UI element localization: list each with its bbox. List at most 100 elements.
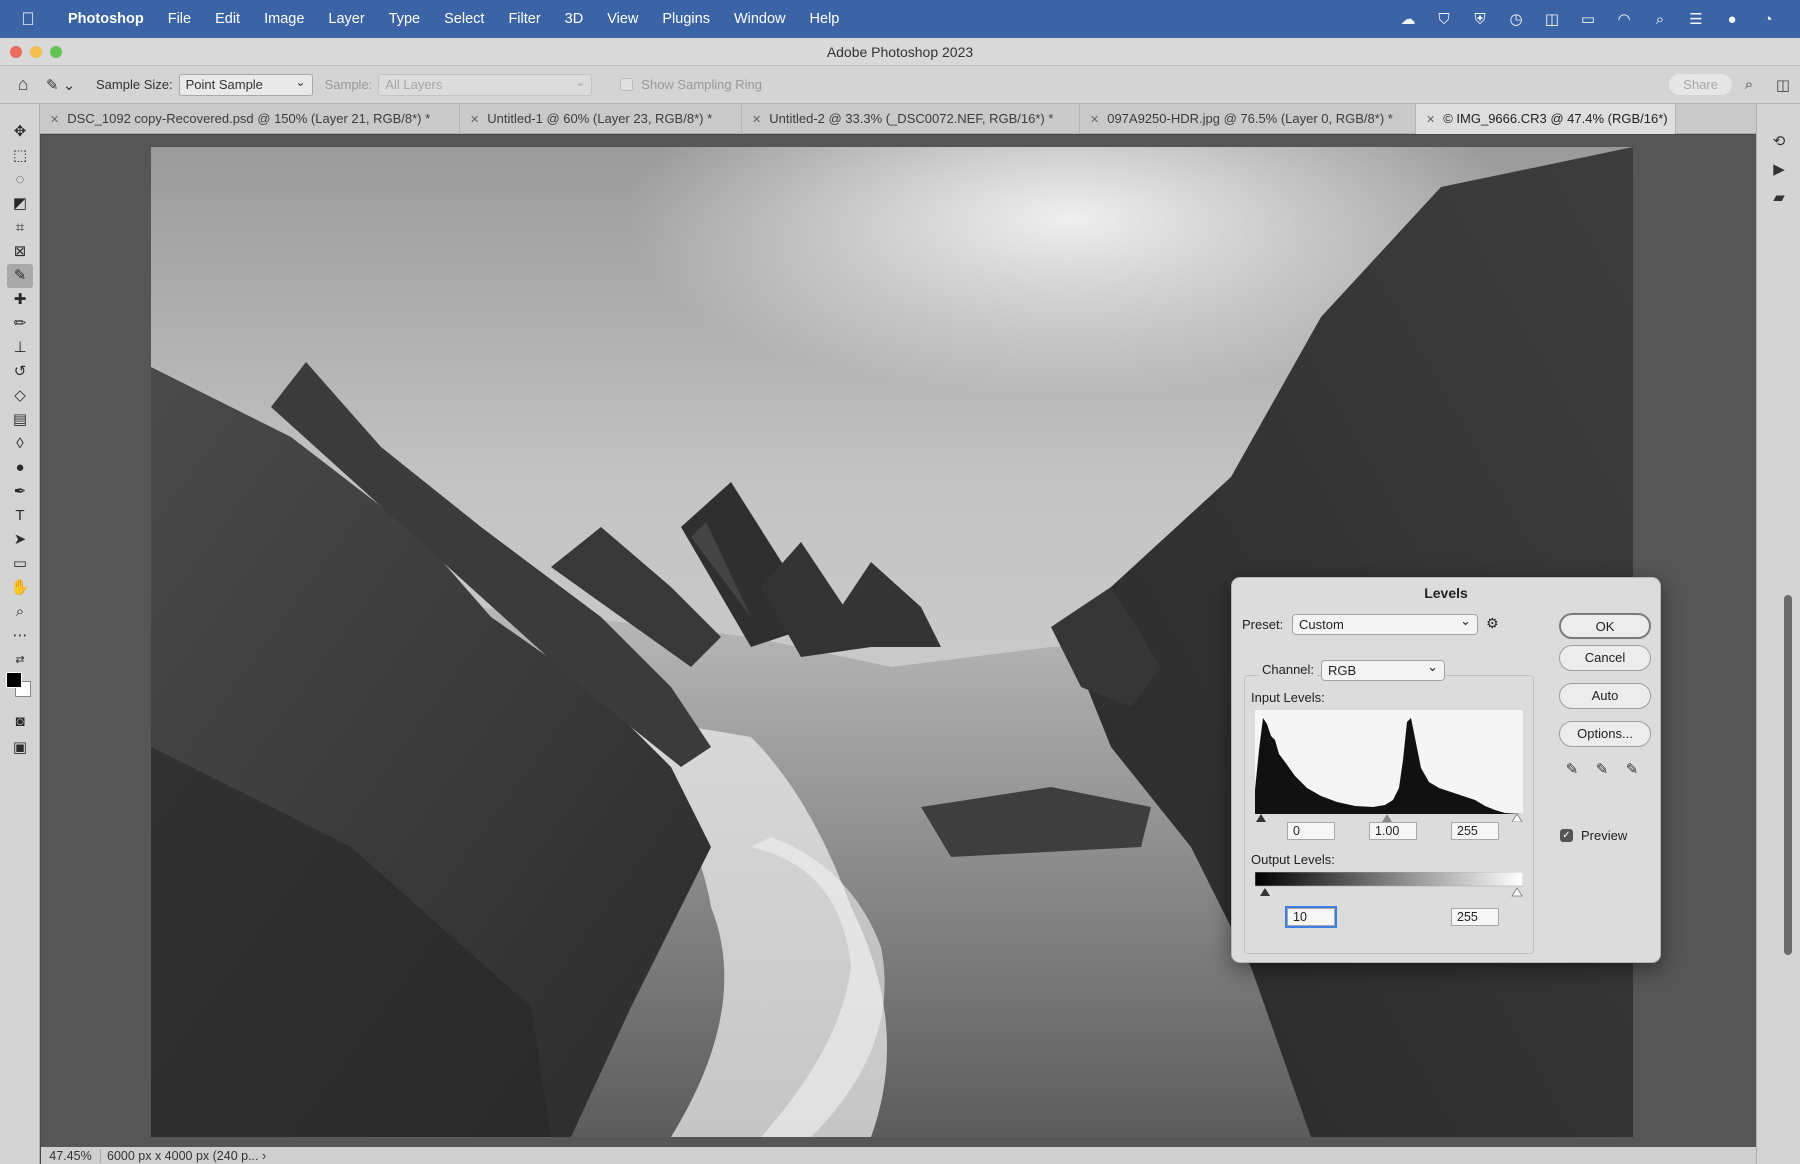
close-icon[interactable]: ✕ xyxy=(1426,114,1435,126)
zoom-level[interactable]: 47.45% xyxy=(41,1148,101,1163)
swap-colors-icon[interactable]: ⇄ xyxy=(7,648,33,672)
menu-plugins[interactable]: Plugins xyxy=(650,0,722,38)
object-selection-tool-icon[interactable]: ◩ xyxy=(7,192,33,216)
tab-dsc-1092[interactable]: ✕ DSC_1092 copy-Recovered.psd @ 150% (Lay… xyxy=(40,104,460,134)
gray-point-eyedropper-icon[interactable]: ✎ xyxy=(1592,760,1612,778)
foreground-color-swatch[interactable] xyxy=(6,672,22,688)
clone-stamp-tool-icon[interactable]: ⊥ xyxy=(7,336,33,360)
zoom-tool-icon[interactable]: ⌕ xyxy=(7,600,33,624)
crop-tool-icon[interactable]: ⌗ xyxy=(7,216,33,240)
menu-help[interactable]: Help xyxy=(798,0,852,38)
input-gamma-field[interactable]: 1.00 xyxy=(1369,822,1417,840)
brush-tool-icon[interactable]: ✏ xyxy=(7,312,33,336)
close-icon[interactable]: ✕ xyxy=(752,114,761,126)
actions-panel-icon[interactable]: ▶ xyxy=(1768,160,1790,182)
zoom-window-button[interactable] xyxy=(50,46,62,58)
pen-tool-icon[interactable]: ✒ xyxy=(7,480,33,504)
preview-checkbox[interactable]: ✓ xyxy=(1560,829,1573,842)
close-window-button[interactable] xyxy=(10,46,22,58)
cancel-button[interactable]: Cancel xyxy=(1559,645,1651,671)
type-tool-icon[interactable]: T xyxy=(7,504,33,528)
tab-img-9666[interactable]: ✕ © IMG_9666.CR3 @ 47.4% (RGB/16*) xyxy=(1416,104,1676,134)
eyedropper-preset-icon[interactable]: ✎ ⌄ xyxy=(46,76,86,94)
preset-select[interactable]: Custom xyxy=(1292,611,1478,635)
hand-tool-icon[interactable]: ✋ xyxy=(7,576,33,600)
healing-brush-tool-icon[interactable]: ✚ xyxy=(7,288,33,312)
input-white-field[interactable]: 255 xyxy=(1451,822,1499,840)
apple-menu-icon[interactable]:  xyxy=(0,9,56,30)
menu-file[interactable]: File xyxy=(156,0,203,38)
workspace-switcher-icon[interactable]: ◫ xyxy=(1766,76,1800,94)
quick-mask-icon[interactable]: ◙ xyxy=(7,710,33,734)
menu-type[interactable]: Type xyxy=(377,0,432,38)
control-center-icon[interactable]: ☰ xyxy=(1678,10,1714,28)
edit-toolbar-icon[interactable]: ⋯ xyxy=(7,624,33,648)
spotlight-icon[interactable]: ⌕ xyxy=(1642,11,1678,28)
ok-button[interactable]: OK xyxy=(1559,613,1651,639)
move-tool-icon[interactable]: ✥ xyxy=(7,120,33,144)
battery-icon[interactable]: ▭ xyxy=(1570,10,1606,28)
show-sampling-ring-checkbox[interactable] xyxy=(620,78,634,91)
sample-size-select[interactable]: Point Sample xyxy=(178,72,313,96)
menu-3d[interactable]: 3D xyxy=(553,0,596,38)
eraser-tool-icon[interactable]: ◇ xyxy=(7,384,33,408)
eyedropper-tool-icon[interactable]: ✎ xyxy=(7,264,33,288)
minimize-window-button[interactable] xyxy=(30,46,42,58)
input-black-field[interactable]: 0 xyxy=(1287,822,1335,840)
frame-tool-icon[interactable]: ⊠ xyxy=(7,240,33,264)
menu-layer[interactable]: Layer xyxy=(316,0,376,38)
tab-untitled-1[interactable]: ✕ Untitled-1 @ 60% (Layer 23, RGB/8*) * xyxy=(460,104,742,134)
dodge-tool-icon[interactable]: ● xyxy=(7,456,33,480)
preset-options-gear-icon[interactable]: ⚙ xyxy=(1486,615,1499,632)
output-white-slider[interactable] xyxy=(1511,887,1523,897)
wifi-icon[interactable]: ◠ xyxy=(1606,10,1642,28)
home-icon[interactable]: ⌂ xyxy=(0,74,46,95)
document-info[interactable]: 6000 px x 4000 px (240 p... › xyxy=(101,1149,266,1163)
input-white-slider[interactable] xyxy=(1511,813,1523,822)
close-icon[interactable]: ✕ xyxy=(470,114,479,126)
display-icon[interactable]: ◫ xyxy=(1534,10,1570,28)
lasso-tool-icon[interactable]: ◌ xyxy=(7,168,33,192)
close-icon[interactable]: ✕ xyxy=(1090,114,1099,126)
gradient-tool-icon[interactable]: ▤ xyxy=(7,408,33,432)
sample-select[interactable]: All Layers xyxy=(378,72,593,96)
channel-select[interactable]: RGB xyxy=(1321,657,1445,681)
time-machine-icon[interactable]: ◷ xyxy=(1498,10,1534,28)
white-point-eyedropper-icon[interactable]: ✎ xyxy=(1622,760,1642,778)
history-brush-tool-icon[interactable]: ↺ xyxy=(7,360,33,384)
screen-time-icon[interactable]: ◔ xyxy=(1750,11,1786,28)
input-black-slider[interactable] xyxy=(1256,814,1266,822)
input-gamma-slider[interactable] xyxy=(1382,814,1392,822)
marquee-tool-icon[interactable]: ⬚ xyxy=(7,144,33,168)
blur-tool-icon[interactable]: ◊ xyxy=(7,432,33,456)
close-icon[interactable]: ✕ xyxy=(50,114,59,126)
output-white-field[interactable]: 255 xyxy=(1451,908,1499,926)
path-selection-tool-icon[interactable]: ➤ xyxy=(7,528,33,552)
search-icon[interactable]: ⌕ xyxy=(1732,76,1766,93)
comments-panel-icon[interactable]: ▰ xyxy=(1768,188,1790,210)
creative-cloud-icon[interactable]: ☁ xyxy=(1390,10,1426,28)
menu-image[interactable]: Image xyxy=(252,0,316,38)
auto-button[interactable]: Auto xyxy=(1559,683,1651,709)
rectangle-tool-icon[interactable]: ▭ xyxy=(7,552,33,576)
menu-view[interactable]: View xyxy=(595,0,650,38)
siri-icon[interactable]: ● xyxy=(1714,11,1750,28)
menu-edit[interactable]: Edit xyxy=(203,0,252,38)
output-black-field[interactable]: 10 xyxy=(1285,906,1337,928)
menu-select[interactable]: Select xyxy=(432,0,496,38)
history-panel-icon[interactable]: ⟲ xyxy=(1768,132,1790,154)
vertical-scrollbar[interactable] xyxy=(1784,595,1792,955)
vpn-icon[interactable]: ⛨ xyxy=(1462,11,1498,28)
tab-untitled-2[interactable]: ✕ Untitled-2 @ 33.3% (_DSC0072.NEF, RGB/1… xyxy=(742,104,1080,134)
menu-window[interactable]: Window xyxy=(722,0,798,38)
options-button[interactable]: Options... xyxy=(1559,721,1651,747)
tab-097a9250-hdr[interactable]: ✕ 097A9250-HDR.jpg @ 76.5% (Layer 0, RGB/… xyxy=(1080,104,1416,134)
share-button[interactable]: Share xyxy=(1669,74,1732,95)
window-title-bar: Adobe Photoshop 2023 xyxy=(0,38,1800,66)
black-point-eyedropper-icon[interactable]: ✎ xyxy=(1562,760,1582,778)
screen-mode-icon[interactable]: ▣ xyxy=(7,736,33,760)
app-menu[interactable]: Photoshop xyxy=(56,0,156,38)
menu-filter[interactable]: Filter xyxy=(496,0,552,38)
location-icon[interactable]: ⛉ xyxy=(1426,11,1462,28)
output-black-slider[interactable] xyxy=(1260,888,1270,896)
